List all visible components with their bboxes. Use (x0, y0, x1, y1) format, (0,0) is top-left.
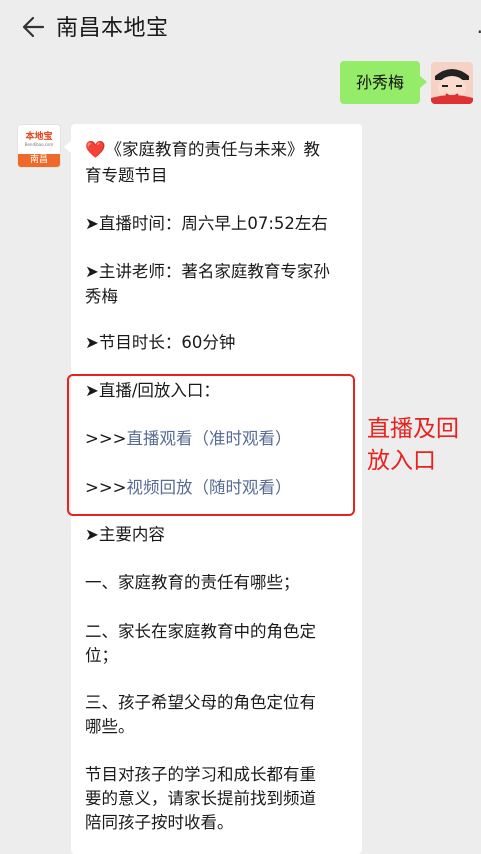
content-item-2a: 二、家长在家庭教育中的角色定 (85, 622, 316, 641)
sent-message-bubble[interactable]: 孙秀梅 (340, 61, 427, 104)
content-item-3a: 三、孩子希望父母的角色定位有 (85, 693, 316, 712)
title-text-2: 育专题节目 (85, 166, 168, 185)
logo-city-label: 南昌 (18, 154, 60, 167)
outro-line-3: 陪同孩子按时收看。 (85, 813, 234, 832)
content-title: ➤主要内容 (85, 525, 165, 544)
logo-text: 本地宝 (25, 132, 53, 142)
back-arrow-icon[interactable] (20, 14, 46, 40)
teacher-line-1: ➤主讲老师：著名家庭教育专家孙 (85, 262, 330, 281)
content-item-2b: 位； (85, 646, 118, 665)
entry-highlight-box (67, 374, 355, 516)
user-avatar[interactable] (431, 62, 473, 104)
message-title-line: ❤️《家庭教育的责任与未来》教 (85, 138, 320, 162)
annotation-line-2: 放入口 (367, 448, 436, 474)
annotation-line-1: 直播及回 (367, 416, 459, 442)
top-nav-bar: 南昌本地宝 · (0, 0, 481, 52)
content-item-1: 一、家庭教育的责任有哪些； (85, 573, 300, 592)
title-text-1: 《家庭教育的责任与未来》教 (105, 140, 321, 159)
chat-title: 南昌本地宝 (56, 16, 169, 41)
program-duration: ➤节目时长：60分钟 (85, 333, 236, 352)
broadcast-time: ➤直播时间：周六早上07:52左右 (85, 214, 328, 233)
teacher-line-2: 秀梅 (85, 287, 118, 306)
content-item-3b: 哪些。 (85, 717, 135, 736)
outro-line-2: 要的意义，请家长提前找到频道 (85, 789, 316, 808)
heart-icon: ❤️ (85, 140, 106, 159)
more-options-icon[interactable]: · (477, 20, 481, 44)
logo-subtext: Bendibao.com (24, 142, 54, 147)
cartoon-avatar-icon (431, 62, 473, 104)
outro-line-1: 节目对孩子的学习和成长都有重 (85, 765, 316, 784)
official-account-avatar[interactable]: 本地宝 Bendibao.com 南昌 (18, 125, 60, 167)
